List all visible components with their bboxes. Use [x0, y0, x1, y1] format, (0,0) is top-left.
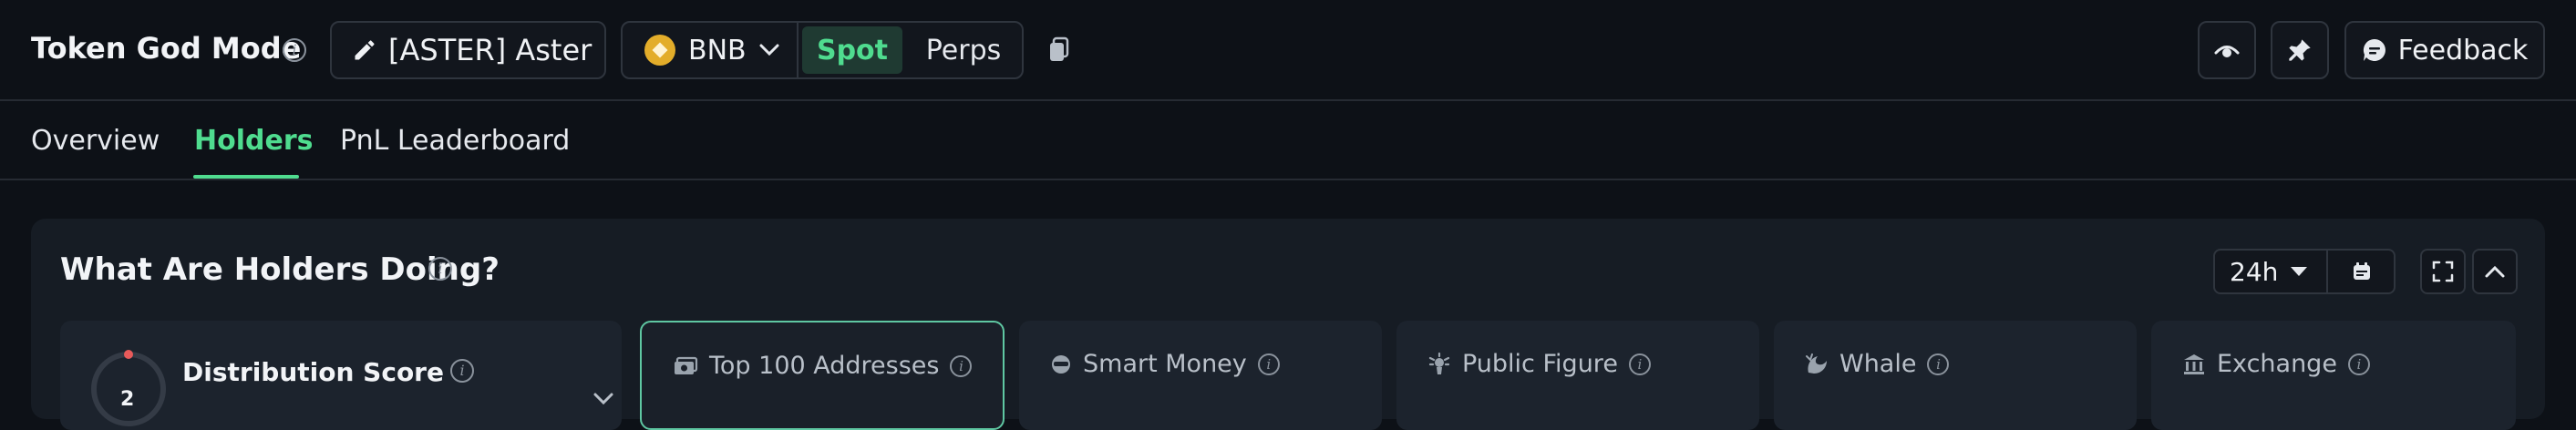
segment-card-header: Top 100 Addresses i — [673, 352, 973, 380]
bank-icon — [2184, 353, 2204, 374]
segment-card-whale[interactable]: Whale i — [1774, 321, 2137, 430]
chain-selector[interactable]: BNB — [623, 23, 799, 77]
segment-card-header: Whale i — [1805, 350, 1950, 378]
calendar-button[interactable] — [2330, 251, 2394, 292]
time-range-value: 24h — [2230, 256, 2279, 287]
collapse-button[interactable] — [2472, 249, 2518, 294]
info-icon[interactable]: i — [428, 257, 452, 281]
smart-money-icon — [1052, 354, 1070, 374]
active-tab-indicator — [193, 175, 299, 179]
chat-bubble-icon — [2363, 38, 2385, 61]
segment-label: Smart Money — [1083, 350, 1247, 378]
segment-card-header: Exchange i — [2182, 350, 2370, 378]
info-icon[interactable]: i — [450, 359, 474, 383]
info-icon[interactable]: i — [283, 38, 306, 62]
tab-spot[interactable]: Spot — [802, 26, 902, 74]
segment-label: Top 100 Addresses — [709, 352, 940, 380]
money-icon — [675, 356, 698, 374]
segment-card-exchange[interactable]: Exchange i — [2151, 321, 2516, 430]
top-header: Token God Mode i [ASTER] Aster BNB Spot … — [0, 0, 2576, 101]
calendar-icon — [2354, 262, 2370, 280]
section-tabs: Overview Holders PnL Leaderboard — [0, 103, 2576, 180]
distribution-score-value: 2 — [120, 388, 135, 411]
segment-card-top-100[interactable]: Top 100 Addresses i — [640, 321, 1005, 430]
distribution-score-card[interactable]: 2 Distribution Score i — [60, 321, 622, 430]
tab-holders[interactable]: Holders — [194, 125, 313, 179]
segment-card-public-figure[interactable]: Public Figure i — [1396, 321, 1759, 430]
pin-button[interactable] — [2271, 21, 2329, 79]
eye-icon — [2214, 46, 2240, 57]
chevron-down-icon — [759, 44, 779, 56]
info-icon[interactable]: i — [1628, 353, 1651, 375]
info-icon[interactable]: i — [950, 354, 973, 377]
segment-card-header: Public Figure i — [1427, 350, 1651, 378]
page-title: Token God Mode — [31, 31, 302, 66]
distribution-score-label: Distribution Score — [182, 357, 444, 387]
token-label: [ASTER] Aster — [388, 33, 592, 67]
segment-card-header: Smart Money i — [1050, 350, 1280, 378]
fullscreen-button[interactable] — [2420, 249, 2466, 294]
segment-card-smart-money[interactable]: Smart Money i — [1019, 321, 1382, 430]
copy-icon[interactable] — [1047, 36, 1071, 64]
segment-label: Public Figure — [1462, 350, 1618, 378]
token-selector-button[interactable]: [ASTER] Aster — [330, 21, 606, 79]
tab-pnl-leaderboard[interactable]: PnL Leaderboard — [340, 125, 570, 179]
tab-overview[interactable]: Overview — [31, 125, 160, 179]
pin-icon — [2289, 39, 2311, 61]
info-icon[interactable]: i — [1927, 353, 1950, 375]
feedback-button[interactable]: Feedback — [2344, 21, 2545, 79]
segment-label: Exchange — [2217, 350, 2337, 378]
time-range-select[interactable]: 24h — [2215, 251, 2328, 292]
caret-down-icon — [2291, 267, 2308, 276]
chain-label: BNB — [688, 34, 747, 67]
expand-icon — [2432, 261, 2454, 282]
chevron-up-icon — [2485, 265, 2505, 278]
pencil-icon — [355, 40, 375, 60]
segment-label: Whale — [1839, 350, 1917, 378]
chain-market-group: BNB Spot Perps — [621, 21, 1024, 79]
time-range-control: 24h — [2213, 249, 2396, 294]
chevron-down-icon[interactable] — [592, 392, 614, 406]
public-figure-icon — [1428, 352, 1450, 374]
info-icon[interactable]: i — [2347, 353, 2370, 375]
whale-icon — [1806, 353, 1827, 374]
holders-panel: What Are Holders Doing? i 24h 2 Distribu… — [31, 219, 2545, 430]
watch-button[interactable] — [2198, 21, 2256, 79]
feedback-label: Feedback — [2397, 34, 2529, 67]
bnb-icon — [644, 35, 675, 66]
tab-perps[interactable]: Perps — [909, 26, 1018, 74]
info-icon[interactable]: i — [1257, 353, 1280, 375]
